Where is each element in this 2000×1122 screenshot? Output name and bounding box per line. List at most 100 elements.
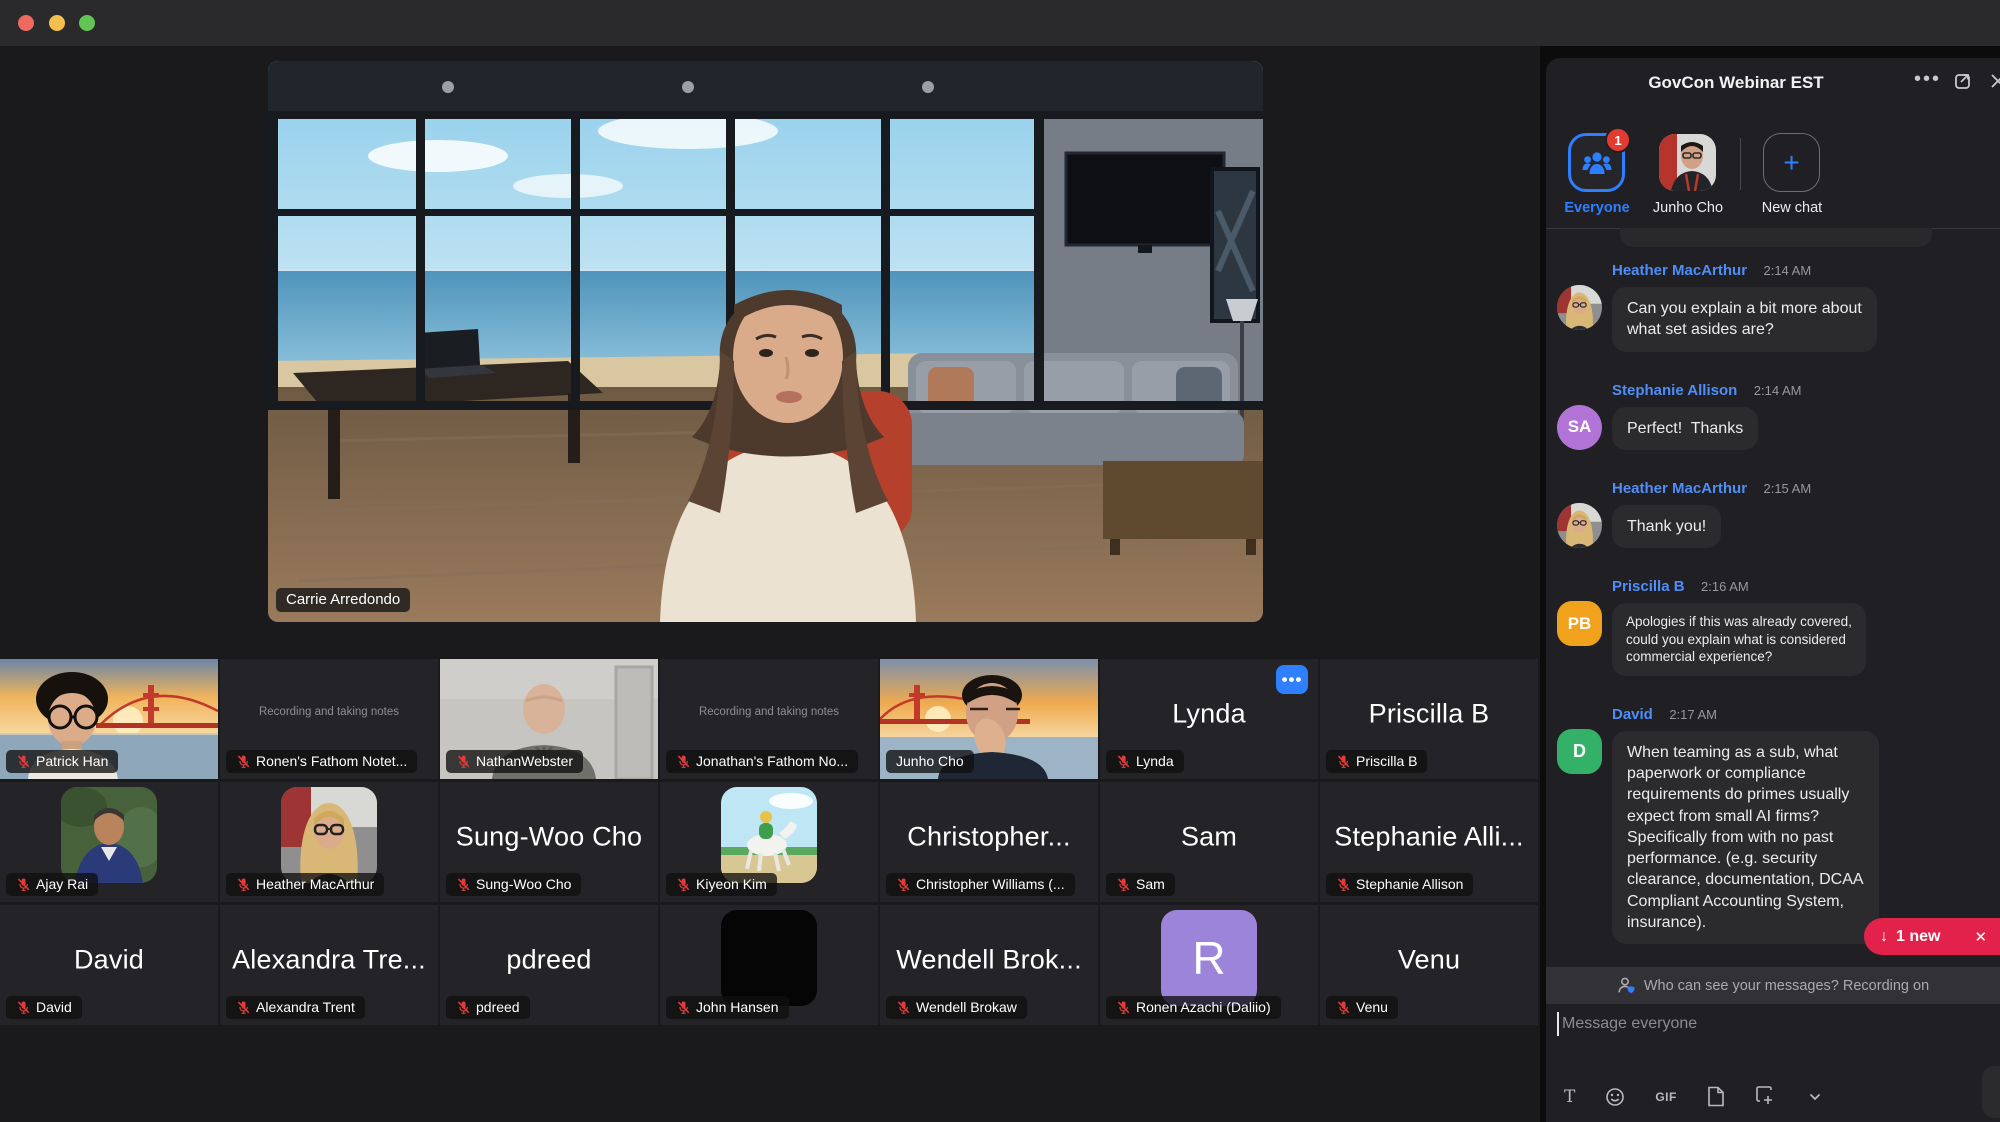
chevron-down-icon[interactable] [1809, 1093, 1821, 1101]
participant-name: Sung-Woo Cho [476, 877, 571, 892]
message-input[interactable]: Message everyone [1562, 1015, 1697, 1033]
participant-tile[interactable]: Wendell Brok... Wendell Brokaw [880, 905, 1098, 1025]
down-arrow-icon: ↓ [1880, 928, 1888, 946]
sender-name[interactable]: Heather MacArthur [1612, 262, 1747, 279]
tab-everyone-label[interactable]: Everyone [1546, 200, 1648, 216]
tab-everyone[interactable]: 1 [1568, 133, 1625, 192]
chat-title: GovCon Webinar EST [1546, 73, 1926, 93]
meeting-stage: Carrie Arredondo [0, 46, 1540, 1122]
chat-message-list[interactable]: Heather MacArthur 2:14 AM Can you explai… [1546, 228, 2000, 974]
recording-notice-bar[interactable]: Who can see your messages? Recording on [1546, 967, 2000, 1004]
participant-center-name: Wendell Brok... [880, 945, 1098, 976]
participant-tile[interactable]: R Ronen Azachi (Daliio) [1100, 905, 1318, 1025]
tabs-divider [1740, 138, 1741, 190]
mic-muted-icon [16, 754, 31, 769]
message-time: 2:15 AM [1763, 481, 1811, 496]
participant-name-label: pdreed [446, 996, 530, 1019]
composer-toolbar: T GIF [1564, 1086, 1821, 1107]
text-cursor [1557, 1012, 1559, 1036]
participant-tile[interactable]: Christopher... Christopher Williams (... [880, 782, 1098, 902]
minimize-window-button[interactable] [49, 15, 65, 31]
participant-name-label: Venu [1326, 996, 1398, 1019]
mic-muted-icon [1336, 1000, 1351, 1015]
participant-name-label: Sung-Woo Cho [446, 873, 581, 896]
chat-message: D David 2:17 AM When teaming as a sub, w… [1546, 706, 2000, 944]
dismiss-pill-icon[interactable]: ✕ [1974, 928, 1987, 946]
participant-center-name: Alexandra Tre... [220, 945, 438, 976]
participant-name: Priscilla B [1356, 754, 1417, 769]
message-bubble: Can you explain a bit more about what se… [1612, 287, 1877, 352]
participant-name-label: David [6, 996, 82, 1019]
participant-tile[interactable]: pdreed pdreed [440, 905, 658, 1025]
tile-more-menu-button[interactable]: ••• [1276, 665, 1308, 694]
participant-center-name: David [0, 945, 218, 976]
participant-name: Ajay Rai [36, 877, 88, 892]
participant-name-label: NathanWebster [446, 750, 583, 773]
participant-name: Ronen Azachi (Daliio) [1136, 1000, 1271, 1015]
participant-name: Patrick Han [36, 754, 108, 769]
mic-muted-icon [1116, 754, 1131, 769]
send-button-partial[interactable] [1982, 1066, 2000, 1118]
chat-close-icon[interactable] [1988, 71, 2000, 91]
mic-muted-icon [676, 1000, 691, 1015]
sender-name[interactable]: Priscilla B [1612, 578, 1685, 595]
unread-badge: 1 [1605, 127, 1631, 153]
participant-name: Ronen's Fathom Notet... [256, 754, 407, 769]
participant-tile[interactable]: Junho Cho [880, 659, 1098, 779]
participant-tile[interactable]: NathanWebster [440, 659, 658, 779]
emoji-icon[interactable] [1605, 1087, 1625, 1107]
tab-junho-label[interactable]: Junho Cho [1637, 200, 1739, 216]
mic-muted-icon [1116, 877, 1131, 892]
speaker-name: Carrie Arredondo [286, 592, 400, 609]
participant-tile[interactable]: Sung-Woo Cho Sung-Woo Cho [440, 782, 658, 902]
avatar [1557, 285, 1602, 330]
participant-tile[interactable]: Alexandra Tre... Alexandra Trent [220, 905, 438, 1025]
participant-tile[interactable]: Recording and taking notes Jonathan's Fa… [660, 659, 878, 779]
participant-tile[interactable]: Recording and taking notes Ronen's Fatho… [220, 659, 438, 779]
tab-new-chat[interactable]: + [1763, 133, 1820, 192]
gif-icon[interactable]: GIF [1655, 1090, 1677, 1104]
participant-gallery: Patrick Han Recording and taking notes R… [0, 659, 1538, 1025]
active-speaker-video[interactable]: Carrie Arredondo [268, 61, 1263, 622]
chat-message: SA Stephanie Allison 2:14 AM Perfect! Th… [1546, 382, 2000, 450]
participant-name: Venu [1356, 1000, 1388, 1015]
mic-muted-icon [896, 1000, 911, 1015]
participant-tile[interactable]: Lynda ••• Lynda [1100, 659, 1318, 779]
attach-file-icon[interactable] [1707, 1086, 1725, 1107]
close-window-button[interactable] [18, 15, 34, 31]
tab-new-chat-label[interactable]: New chat [1742, 200, 1842, 216]
participant-center-name: Sung-Woo Cho [440, 822, 658, 853]
zoom-window-button[interactable] [79, 15, 95, 31]
participant-tile[interactable]: Stephanie Alli... Stephanie Allison [1320, 782, 1538, 902]
participant-tile[interactable]: David David [0, 905, 218, 1025]
screenshot-icon[interactable] [1755, 1086, 1779, 1107]
participant-name: Christopher Williams (... [916, 877, 1065, 892]
sender-name[interactable]: Heather MacArthur [1612, 480, 1747, 497]
participant-tile[interactable]: Heather MacArthur [220, 782, 438, 902]
participant-center-name: Christopher... [880, 822, 1098, 853]
speaker-name-label: Carrie Arredondo [276, 588, 410, 613]
new-messages-pill[interactable]: ↓ 1 new ✕ [1864, 918, 2000, 955]
participant-tile[interactable]: Priscilla B Priscilla B [1320, 659, 1538, 779]
participant-tile[interactable]: Ajay Rai [0, 782, 218, 902]
mic-muted-icon [1336, 754, 1351, 769]
format-text-icon[interactable]: T [1564, 1087, 1575, 1107]
participant-tile[interactable]: Venu Venu [1320, 905, 1538, 1025]
mic-muted-icon [676, 877, 691, 892]
participant-tile[interactable]: Patrick Han [0, 659, 218, 779]
participant-name: Jonathan's Fathom No... [696, 754, 848, 769]
mic-muted-icon [1336, 877, 1351, 892]
participant-tile[interactable]: Sam Sam [1100, 782, 1318, 902]
chat-more-menu-button[interactable]: ••• [1914, 68, 1941, 91]
sender-name[interactable]: David [1612, 706, 1653, 723]
participant-avatar [61, 787, 157, 883]
participant-tile[interactable]: Kiyeon Kim [660, 782, 878, 902]
participant-tile[interactable]: John Hansen [660, 905, 878, 1025]
tab-junho-cho[interactable] [1659, 134, 1716, 191]
participant-center-name: Sam [1100, 822, 1318, 853]
chat-popout-icon[interactable] [1953, 71, 1973, 91]
mic-muted-icon [236, 754, 251, 769]
sender-name[interactable]: Stephanie Allison [1612, 382, 1737, 399]
participant-center-name: Stephanie Alli... [1320, 822, 1538, 853]
participant-center-name: Venu [1320, 945, 1538, 976]
